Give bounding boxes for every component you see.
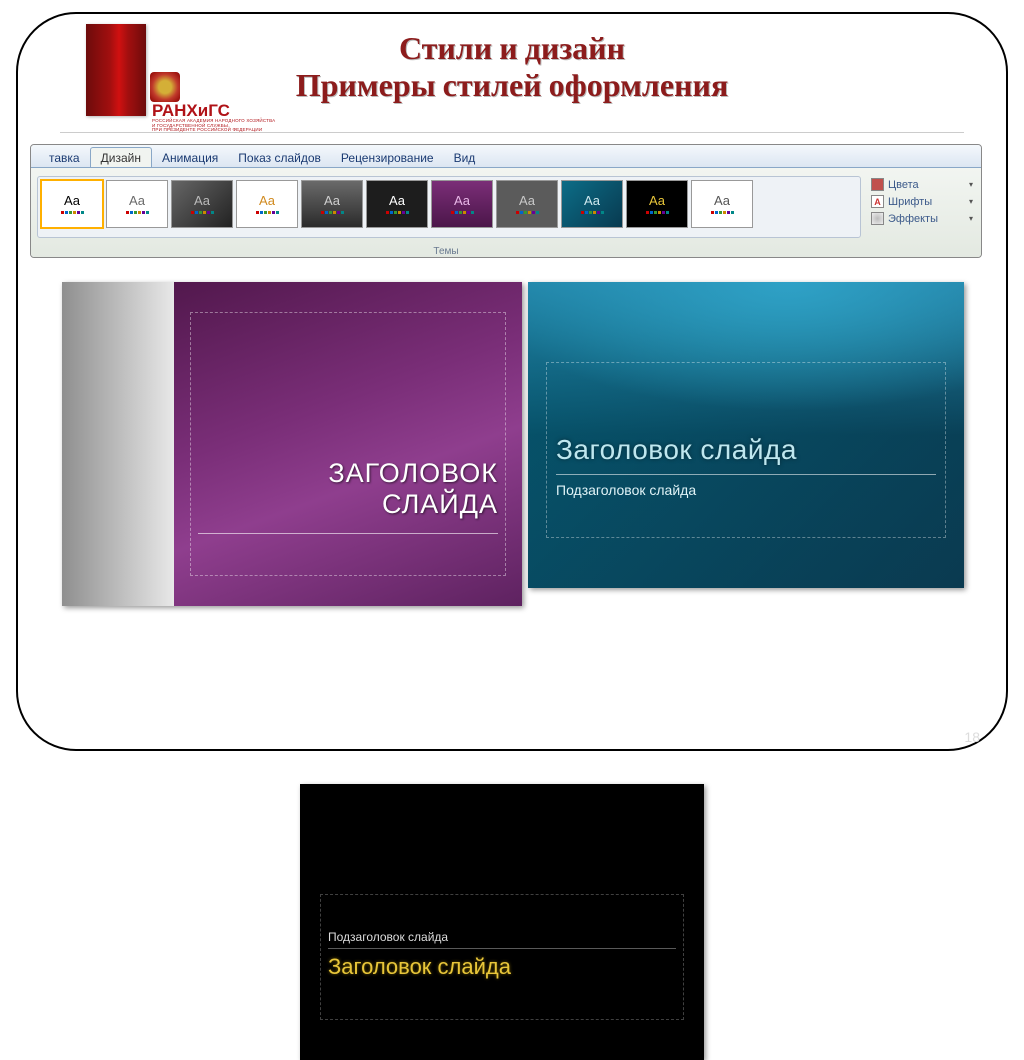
tab-показ слайдов[interactable]: Показ слайдов <box>228 148 331 167</box>
theme-gallery[interactable]: AaAaAaAaAaAaAaAaAaAaAa <box>37 176 861 238</box>
theme-thumb-7[interactable]: Aa <box>496 180 558 228</box>
theme-thumb-5[interactable]: Aa <box>366 180 428 228</box>
tab-анимация[interactable]: Анимация <box>152 148 228 167</box>
title-line-1: Стили и дизайн <box>0 30 1024 67</box>
side-шрифты[interactable]: AШрифты▾ <box>867 193 977 210</box>
ribbon-tabs: тавкаДизайнАнимацияПоказ слайдовРецензир… <box>31 145 981 168</box>
theme-thumb-8[interactable]: Aa <box>561 180 623 228</box>
tab-дизайн[interactable]: Дизайн <box>90 147 152 167</box>
theme-side-panel: Цвета▾AШрифты▾Эффекты▾ <box>867 176 977 227</box>
side-цвета[interactable]: Цвета▾ <box>867 176 977 193</box>
preview-blue: Заголовок слайда Подзаголовок слайда <box>528 282 964 588</box>
page-number: 18 <box>964 729 980 745</box>
ribbon: тавкаДизайнАнимацияПоказ слайдовРецензир… <box>30 144 982 258</box>
preview-purple: ЗАГОЛОВОКСЛАЙДА <box>62 282 522 606</box>
chevron-down-icon: ▾ <box>969 214 973 223</box>
theme-thumb-10[interactable]: Aa <box>691 180 753 228</box>
tab-тавка[interactable]: тавка <box>39 148 90 167</box>
tab-рецензирование[interactable]: Рецензирование <box>331 148 444 167</box>
pv2-subtitle: Подзаголовок слайда <box>556 482 696 498</box>
pv3-title: Заголовок слайда <box>328 954 511 980</box>
pv2-title: Заголовок слайда <box>556 434 797 466</box>
theme-thumb-4[interactable]: Aa <box>301 180 363 228</box>
chevron-down-icon: ▾ <box>969 197 973 206</box>
preview-black: Подзаголовок слайда Заголовок слайда <box>300 784 704 1060</box>
pv1-title: ЗАГОЛОВОКСЛАЙДА <box>198 458 498 520</box>
theme-thumb-3[interactable]: Aa <box>236 180 298 228</box>
chevron-down-icon: ▾ <box>969 180 973 189</box>
slide-title: Стили и дизайн Примеры стилей оформления <box>0 30 1024 104</box>
side-эффекты[interactable]: Эффекты▾ <box>867 210 977 227</box>
theme-thumb-9[interactable]: Aa <box>626 180 688 228</box>
theme-thumb-1[interactable]: Aa <box>106 180 168 228</box>
title-line-2: Примеры стилей оформления <box>0 67 1024 104</box>
theme-thumb-0[interactable]: Aa <box>41 180 103 228</box>
title-underline <box>60 132 964 133</box>
tab-вид[interactable]: Вид <box>444 148 486 167</box>
pv3-subtitle: Подзаголовок слайда <box>328 930 448 944</box>
group-label-themes: Темы <box>31 246 861 257</box>
logo-main: РАНХиГС <box>152 102 275 119</box>
theme-thumb-2[interactable]: Aa <box>171 180 233 228</box>
theme-thumb-6[interactable]: Aa <box>431 180 493 228</box>
